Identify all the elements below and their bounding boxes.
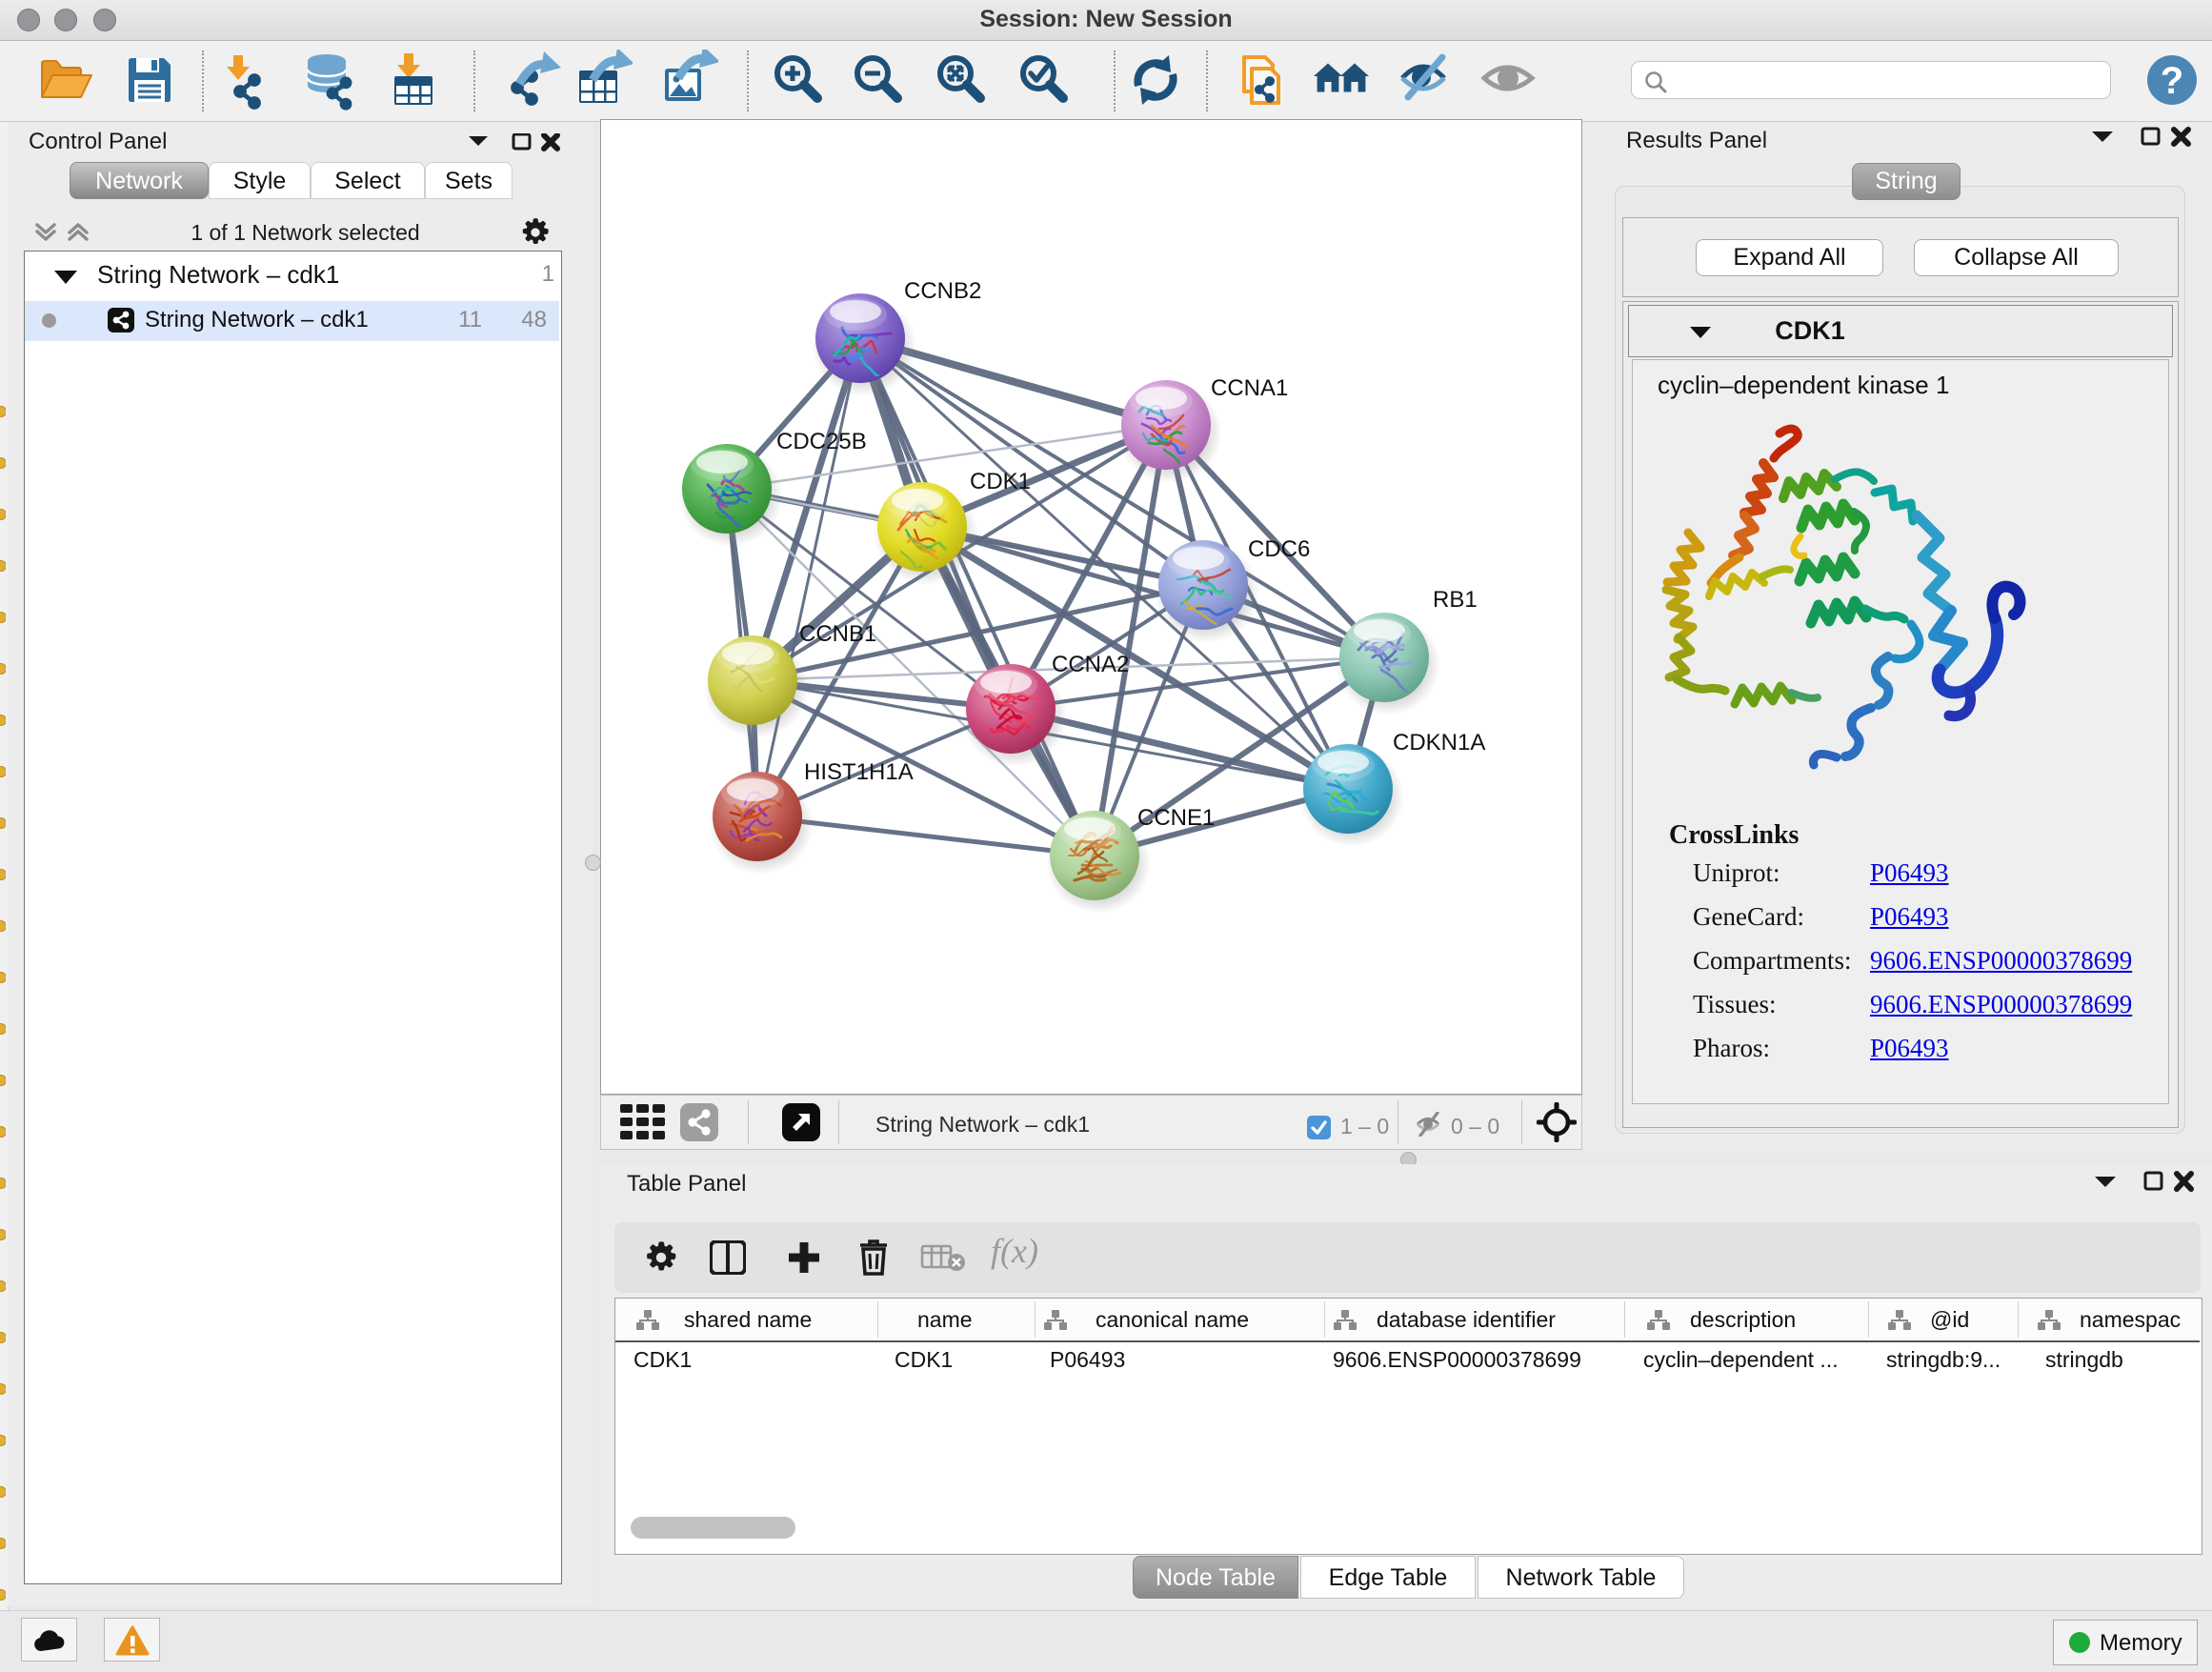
svg-text:CCNA1: CCNA1: [1211, 375, 1288, 401]
svg-text:RB1: RB1: [1433, 587, 1478, 613]
svg-text:CDKN1A: CDKN1A: [1393, 730, 1485, 755]
svg-text:CDK1: CDK1: [970, 469, 1031, 494]
svg-text:CCNB2: CCNB2: [904, 278, 981, 304]
svg-text:?: ?: [2161, 60, 2183, 102]
svg-text:CCNB1: CCNB1: [799, 621, 876, 647]
svg-text:HIST1H1A: HIST1H1A: [804, 759, 914, 785]
svg-text:CCNE1: CCNE1: [1137, 805, 1215, 831]
svg-text:CDC25B: CDC25B: [776, 429, 867, 454]
svg-text:CDC6: CDC6: [1248, 536, 1310, 562]
svg-text:CCNA2: CCNA2: [1052, 652, 1129, 677]
